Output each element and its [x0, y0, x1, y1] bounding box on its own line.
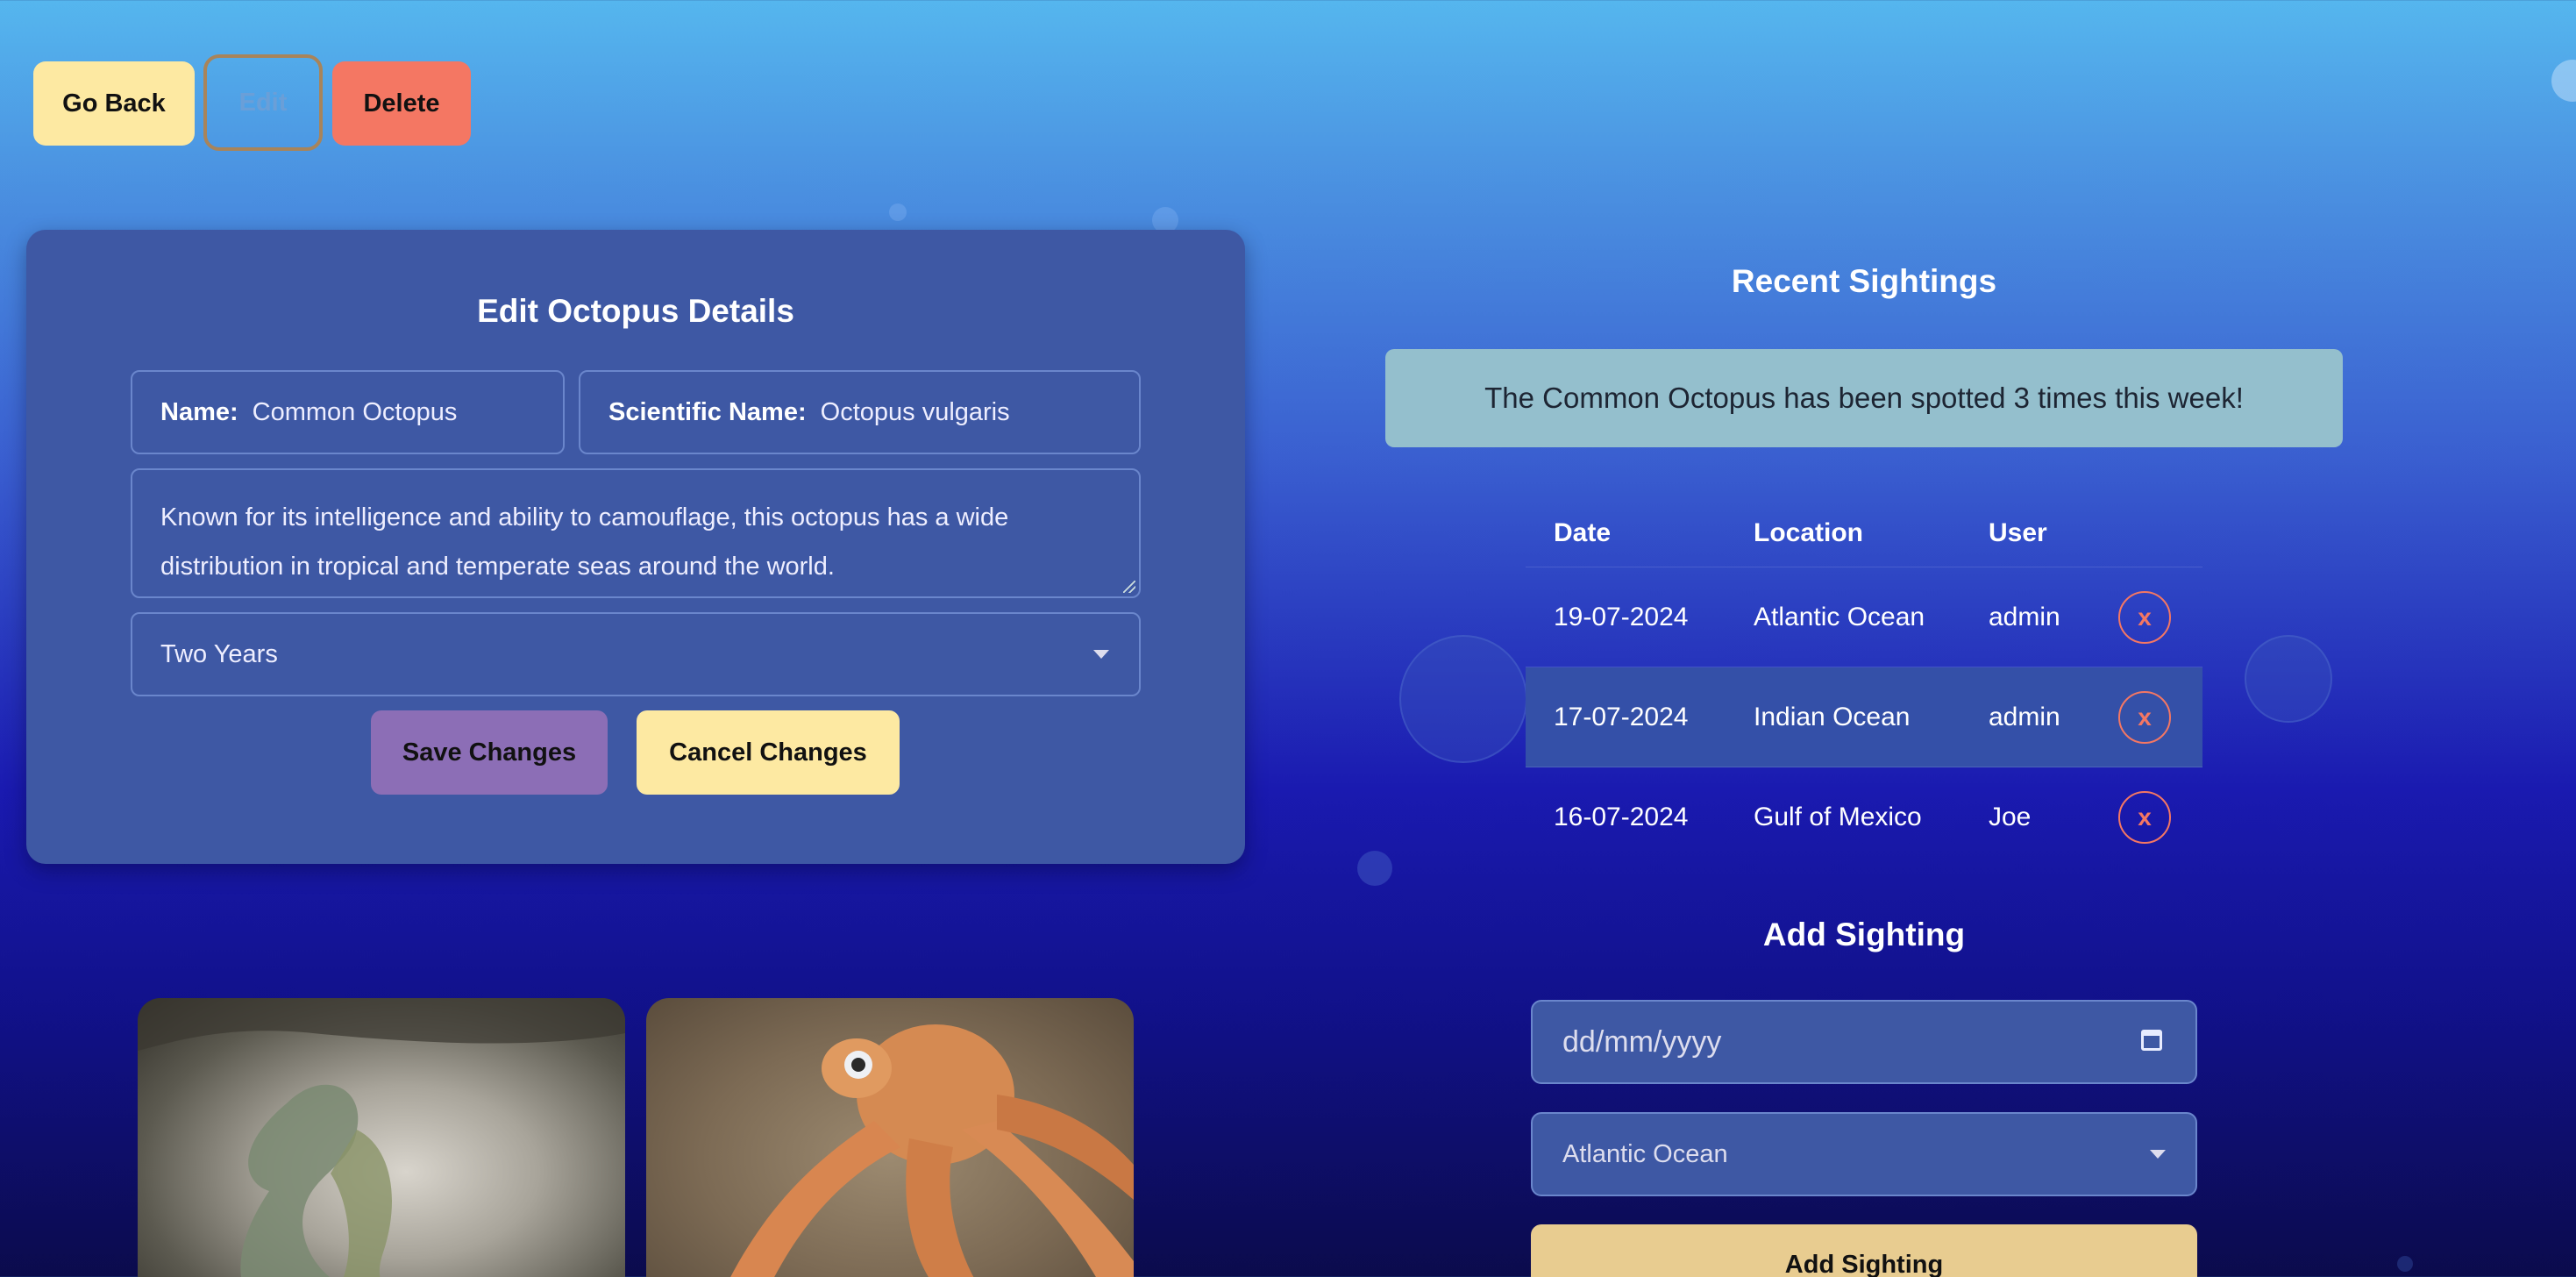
- header-user: User: [1989, 518, 2047, 547]
- date-placeholder: dd/mm/yyyy: [1562, 1024, 1722, 1059]
- octopus-photo-1: [138, 998, 625, 1277]
- chevron-down-icon: [2150, 1150, 2166, 1159]
- sightings-banner: The Common Octopus has been spotted 3 ti…: [1385, 349, 2343, 447]
- name-field[interactable]: Name: Common Octopus: [131, 370, 565, 454]
- row-user: Joe: [1989, 802, 2032, 831]
- row-location: Gulf of Mexico: [1754, 802, 1922, 831]
- add-sighting-title: Add Sighting: [1762, 917, 1966, 952]
- resize-handle-icon[interactable]: [1123, 581, 1135, 593]
- header-date: Date: [1554, 518, 1612, 547]
- delete-button[interactable]: Delete: [332, 61, 471, 146]
- name-value: Common Octopus: [252, 397, 458, 426]
- sighting-location-select[interactable]: Atlantic Ocean: [1531, 1112, 2197, 1196]
- octopus-image-2: [730, 1024, 1134, 1277]
- edit-button[interactable]: Edit: [203, 54, 323, 151]
- calendar-icon[interactable]: [2141, 1030, 2162, 1051]
- sightings-table: Date Location User 19-07-2024 Atlantic O…: [1526, 500, 2202, 867]
- go-back-button[interactable]: Go Back: [33, 61, 195, 146]
- scientific-name-label: Scientific Name:: [608, 397, 807, 426]
- row-location: Atlantic Ocean: [1754, 602, 1925, 631]
- edit-details-panel: Edit Octopus Details Name: Common Octopu…: [26, 230, 1245, 864]
- table-row: 16-07-2024 Gulf of Mexico Joe x: [1526, 767, 2202, 867]
- recent-sightings-title: Recent Sightings: [1731, 263, 1997, 299]
- row-user: admin: [1989, 602, 2060, 631]
- lifespan-value: Two Years: [160, 639, 278, 668]
- row-date: 17-07-2024: [1554, 702, 1689, 731]
- cancel-changes-button[interactable]: Cancel Changes: [637, 710, 900, 795]
- carousel-prev-decoration: [1399, 635, 1527, 763]
- bubble-decoration: [2397, 1256, 2413, 1272]
- name-label: Name:: [160, 397, 238, 426]
- row-date: 19-07-2024: [1554, 602, 1689, 631]
- bubble-decoration: [2551, 60, 2576, 102]
- description-textarea[interactable]: Known for its intelligence and ability t…: [131, 468, 1141, 598]
- header-location: Location: [1754, 518, 1863, 547]
- panel-title: Edit Octopus Details: [477, 293, 794, 329]
- remove-sighting-button[interactable]: x: [2118, 590, 2171, 644]
- scientific-name-value: Octopus vulgaris: [820, 397, 1010, 426]
- chevron-down-icon: [1093, 650, 1109, 659]
- sighting-date-input[interactable]: dd/mm/yyyy: [1531, 1000, 2197, 1084]
- remove-sighting-button[interactable]: x: [2118, 690, 2171, 744]
- octopus-photo-2: [646, 998, 1134, 1277]
- row-user: admin: [1989, 702, 2060, 731]
- table-row: 19-07-2024 Atlantic Ocean admin x: [1526, 567, 2202, 667]
- bubble-decoration: [889, 203, 907, 221]
- octopus-image-1: [138, 998, 625, 1277]
- row-location: Indian Ocean: [1754, 702, 1911, 731]
- save-changes-button[interactable]: Save Changes: [371, 710, 608, 795]
- location-value: Atlantic Ocean: [1562, 1139, 1728, 1168]
- bubble-decoration: [1357, 851, 1392, 886]
- remove-sighting-button[interactable]: x: [2118, 790, 2171, 844]
- table-header-row: Date Location User: [1526, 500, 2202, 567]
- scientific-name-field[interactable]: Scientific Name: Octopus vulgaris: [579, 370, 1141, 454]
- row-date: 16-07-2024: [1554, 802, 1689, 831]
- table-row: 17-07-2024 Indian Ocean admin x: [1526, 667, 2202, 767]
- description-text: Known for its intelligence and ability t…: [160, 503, 1009, 581]
- lifespan-select[interactable]: Two Years: [131, 612, 1141, 696]
- carousel-next-decoration: [2245, 635, 2332, 723]
- add-sighting-button[interactable]: Add Sighting: [1531, 1224, 2197, 1277]
